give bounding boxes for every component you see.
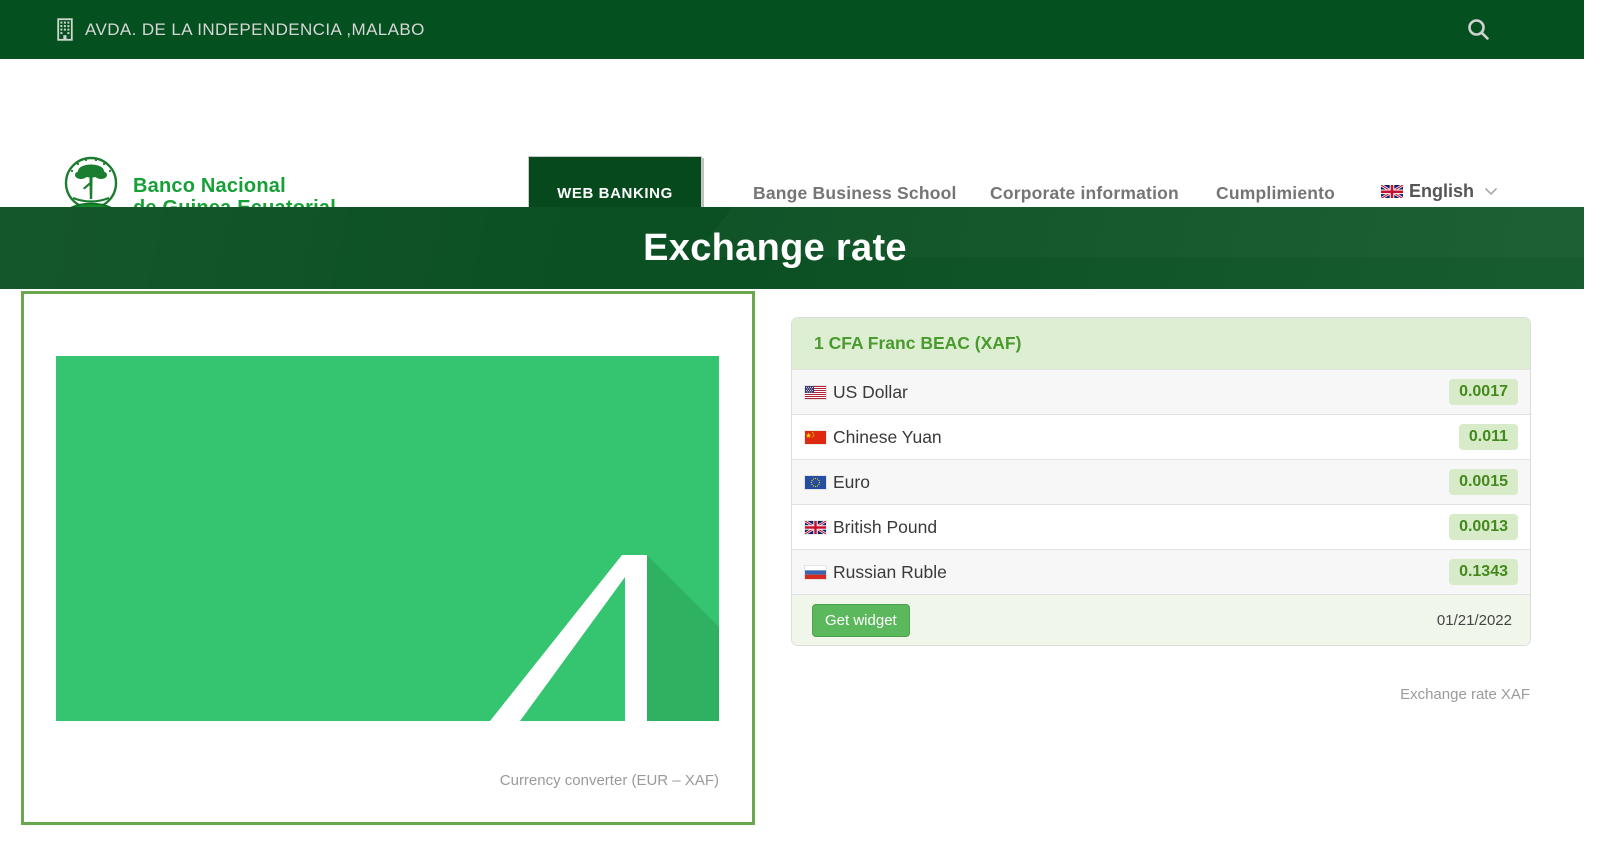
converter-caption: Currency converter (EUR – XAF) bbox=[500, 772, 719, 789]
language-selector[interactable]: English bbox=[1381, 181, 1498, 202]
rates-table-footer: Get widget 01/21/2022 bbox=[792, 594, 1530, 645]
currency-rate-value: 0.1343 bbox=[1449, 559, 1518, 585]
page-title: Exchange rate bbox=[643, 227, 907, 270]
rates-table-title: 1 CFA Franc BEAC (XAF) bbox=[792, 318, 1530, 369]
xaf-link[interactable]: XAF bbox=[1501, 686, 1530, 703]
currency-rate-value: 0.011 bbox=[1459, 424, 1518, 450]
nav-cumplimiento[interactable]: Cumplimiento bbox=[1216, 183, 1335, 204]
rate-row: US Dollar 0.0017 bbox=[792, 369, 1530, 414]
rate-row: Russian Ruble 0.1343 bbox=[792, 549, 1530, 594]
building-icon bbox=[57, 18, 76, 41]
rate-row: Euro 0.0015 bbox=[792, 459, 1530, 504]
currency-converter-widget-image[interactable] bbox=[56, 356, 719, 721]
exchange-rates-table: 1 CFA Franc BEAC (XAF) US Dollar 0.0017 … bbox=[791, 317, 1531, 646]
eu-flag-icon bbox=[805, 476, 826, 489]
us-flag-icon bbox=[805, 386, 826, 399]
cn-flag-icon bbox=[805, 431, 826, 444]
topbar: AVDA. DE LA INDEPENDENCIA ,MALABO bbox=[0, 0, 1584, 59]
page: AVDA. DE LA INDEPENDENCIA ,MALABO bbox=[0, 0, 1603, 861]
bank-name-line1: Banco Nacional bbox=[133, 175, 336, 197]
currency-rate-value: 0.0013 bbox=[1449, 514, 1518, 540]
rate-row: Chinese Yuan 0.011 bbox=[792, 414, 1530, 459]
branch-address: AVDA. DE LA INDEPENDENCIA ,MALABO bbox=[85, 20, 425, 40]
gb-flag-icon bbox=[805, 521, 826, 534]
uk-flag-icon bbox=[1381, 185, 1403, 199]
currency-rate-value: 0.0017 bbox=[1449, 379, 1518, 405]
rates-rows: US Dollar 0.0017 Chinese Yuan 0.011 Euro… bbox=[792, 369, 1530, 594]
get-widget-button[interactable]: Get widget bbox=[812, 604, 910, 637]
currency-name: Euro bbox=[833, 472, 870, 493]
nav-bange-business-school[interactable]: Bange Business School bbox=[753, 183, 957, 204]
page-title-banner: Exchange rate bbox=[0, 207, 1584, 289]
rate-row: British Pound 0.0013 bbox=[792, 504, 1530, 549]
source-links: Exchange rate XAF bbox=[1400, 686, 1530, 703]
ru-flag-icon bbox=[805, 566, 826, 579]
currency-name: US Dollar bbox=[833, 382, 908, 403]
language-label: English bbox=[1409, 181, 1474, 202]
chevron-down-icon bbox=[1484, 187, 1498, 196]
currency-name: Chinese Yuan bbox=[833, 427, 942, 448]
nav-corporate-information[interactable]: Corporate information bbox=[990, 183, 1179, 204]
search-icon[interactable] bbox=[1466, 17, 1492, 43]
site-header: BANGE Banco Nacional de Guinea Ecuatoria… bbox=[0, 59, 1584, 207]
currency-converter-box: Currency converter (EUR – XAF) bbox=[21, 291, 755, 825]
rates-date: 01/21/2022 bbox=[1437, 612, 1512, 629]
exchange-rate-link[interactable]: Exchange rate bbox=[1400, 686, 1497, 703]
currency-rate-value: 0.0015 bbox=[1449, 469, 1518, 495]
currency-name: Russian Ruble bbox=[833, 562, 947, 583]
currency-name: British Pound bbox=[833, 517, 937, 538]
